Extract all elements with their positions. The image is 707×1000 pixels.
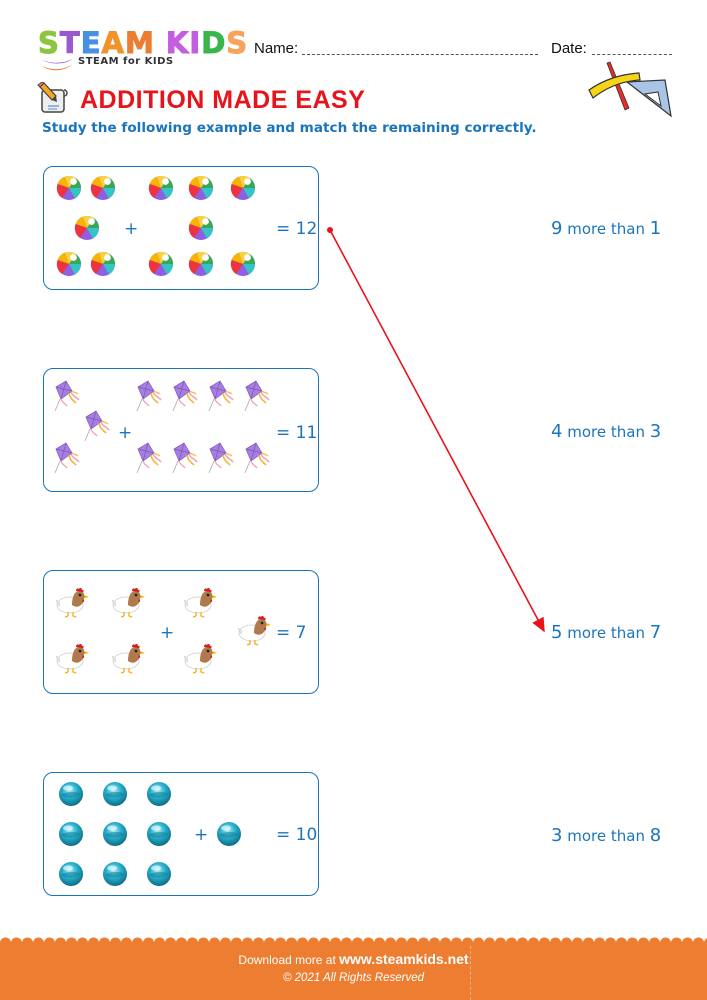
logo-letter: S (226, 26, 249, 60)
hen-icon (110, 641, 150, 675)
name-field[interactable] (302, 54, 538, 55)
glass-marble-icon (146, 781, 172, 807)
answer-b: 1 (649, 218, 662, 239)
kite-icon (52, 379, 82, 413)
pencil-paper-icon (37, 82, 68, 113)
beach-ball-icon (56, 175, 82, 201)
footer-download: Download more at www.steamkids.net (0, 951, 707, 967)
answer-mid: more than (567, 624, 645, 642)
plus-sign: + (194, 825, 209, 845)
kite-icon (52, 441, 82, 475)
kite-icon (170, 379, 200, 413)
problem-result: = 7 (276, 623, 307, 643)
beach-ball-icon (90, 251, 116, 277)
hen-icon (182, 585, 222, 619)
glass-marble-icon (58, 781, 84, 807)
answer-b: 7 (649, 622, 662, 643)
problem-box-4: + = 10 (43, 772, 319, 896)
answer-a: 9 (551, 218, 563, 239)
kite-icon (242, 379, 272, 413)
answer-mid: more than (567, 827, 645, 845)
problem-box-2: + = 11 (43, 368, 319, 492)
match-start-dot (327, 227, 333, 233)
logo-tagline: STEAM for KIDS (78, 56, 174, 67)
worksheet-title: ADDITION MADE EASY (80, 86, 366, 114)
glass-marble-icon (58, 861, 84, 887)
glass-marble-icon (102, 821, 128, 847)
hen-icon (110, 585, 150, 619)
kite-icon (206, 441, 236, 475)
glass-marble-icon (102, 861, 128, 887)
answer-option-4[interactable]: 3 more than 8 (551, 825, 661, 846)
plus-sign: + (124, 219, 139, 239)
glass-marble-icon (146, 821, 172, 847)
kite-icon (134, 379, 164, 413)
name-label: Name: (254, 40, 299, 57)
kite-icon (170, 441, 200, 475)
beach-ball-icon (148, 251, 174, 277)
match-line (329, 229, 545, 633)
answer-mid: more than (567, 220, 645, 238)
answer-a: 5 (551, 622, 563, 643)
problem-result: = 10 (276, 825, 318, 845)
logo-letter: K (165, 26, 190, 60)
answer-option-3[interactable]: 5 more than 7 (551, 622, 661, 643)
glass-marble-icon (216, 821, 242, 847)
beach-ball-icon (230, 175, 256, 201)
plus-sign: + (118, 423, 133, 443)
logo-letter: A (101, 26, 125, 60)
problem-box-1: + = 12 (43, 166, 319, 290)
glass-marble-icon (58, 821, 84, 847)
hen-icon (54, 585, 94, 619)
glass-marble-icon (146, 861, 172, 887)
beach-ball-icon (90, 175, 116, 201)
answer-option-2[interactable]: 4 more than 3 (551, 421, 661, 442)
answer-b: 3 (649, 421, 662, 442)
problem-result: = 12 (276, 219, 318, 239)
hen-icon (236, 613, 276, 647)
logo-swoosh-icon (41, 59, 73, 71)
footer-url-link[interactable]: www.steamkids.net (339, 951, 468, 967)
beach-ball-icon (148, 175, 174, 201)
logo-letter: M (124, 26, 155, 60)
worksheet-instruction: Study the following example and match th… (42, 120, 537, 136)
beach-ball-icon (230, 251, 256, 277)
footer-download-prefix: Download more at (238, 953, 336, 967)
kite-icon (206, 379, 236, 413)
kite-icon (134, 441, 164, 475)
answer-option-1[interactable]: 9 more than 1 (551, 218, 661, 239)
beach-ball-icon (56, 251, 82, 277)
hen-icon (182, 641, 222, 675)
beach-ball-icon (74, 215, 100, 241)
kite-icon (82, 409, 112, 443)
logo-letter: T (59, 26, 81, 60)
glass-marble-icon (102, 781, 128, 807)
date-label: Date: (551, 40, 587, 57)
steam-kids-logo: STEAM KIDS (38, 26, 249, 60)
date-field[interactable] (592, 54, 672, 55)
plus-sign: + (160, 623, 175, 643)
beach-ball-icon (188, 251, 214, 277)
beach-ball-icon (188, 175, 214, 201)
logo-letter (155, 26, 166, 60)
answer-mid: more than (567, 423, 645, 441)
answer-a: 3 (551, 825, 563, 846)
kite-icon (242, 441, 272, 475)
logo-letter: E (80, 26, 102, 60)
problem-result: = 11 (276, 423, 318, 443)
footer-copyright: © 2021 All Rights Reserved (282, 972, 424, 984)
ruler-pencil-set-square-icon (588, 61, 672, 118)
logo-letter: D (201, 26, 227, 60)
beach-ball-icon (188, 215, 214, 241)
answer-a: 4 (551, 421, 563, 442)
problem-box-3: + = 7 (43, 570, 319, 694)
hen-icon (54, 641, 94, 675)
logo-letter: S (38, 26, 60, 60)
logo-letter: I (189, 26, 202, 60)
answer-b: 8 (649, 825, 662, 846)
